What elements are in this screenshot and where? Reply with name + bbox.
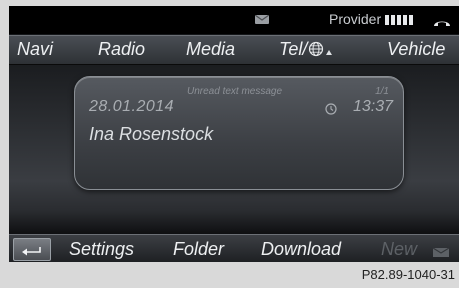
menu-item-tel-label: Tel/ xyxy=(279,39,308,59)
back-button[interactable] xyxy=(13,238,51,261)
message-counter: 1/1 xyxy=(375,86,389,97)
menu-item-radio[interactable]: Radio xyxy=(98,39,145,60)
folder-button[interactable]: Folder xyxy=(173,239,224,260)
figure-caption: P82.89-1040-31 xyxy=(361,267,455,282)
menu-item-media[interactable]: Media xyxy=(186,39,235,60)
bottom-bar: Settings Folder Download New xyxy=(9,234,459,262)
message-time: 13:37 xyxy=(352,98,393,115)
menu-item-navi[interactable]: Navi xyxy=(17,39,53,60)
new-button: New xyxy=(381,239,418,259)
signal-strength-icon xyxy=(385,15,413,25)
download-button[interactable]: Download xyxy=(261,239,341,260)
provider-label: Provider xyxy=(329,11,382,27)
phone-handset-icon xyxy=(433,15,451,33)
new-mail-icon xyxy=(432,245,450,262)
menu-item-tel[interactable]: Tel/ xyxy=(279,39,333,62)
message-date: 28.01.2014 xyxy=(89,98,175,115)
message-card[interactable]: Unread text message 1/1 28.01.2014 13:37… xyxy=(74,76,404,190)
settings-button[interactable]: Settings xyxy=(69,239,134,260)
head-unit-screen: Provider Navi Radio Media Tel/ Vehicle U… xyxy=(9,6,459,262)
back-arrow-icon xyxy=(22,244,42,262)
clock-icon xyxy=(325,102,337,120)
message-sender: Ina Rosenstock xyxy=(89,124,214,144)
envelope-icon xyxy=(255,15,269,24)
status-bar: Provider xyxy=(9,6,459,34)
globe-icon xyxy=(308,41,324,62)
menu-item-vehicle[interactable]: Vehicle xyxy=(387,39,445,60)
figure-frame: Provider Navi Radio Media Tel/ Vehicle U… xyxy=(0,0,459,288)
main-menu: Navi Radio Media Tel/ Vehicle xyxy=(9,35,459,65)
submenu-indicator-icon xyxy=(326,50,333,55)
message-header: Unread text message xyxy=(187,86,283,97)
